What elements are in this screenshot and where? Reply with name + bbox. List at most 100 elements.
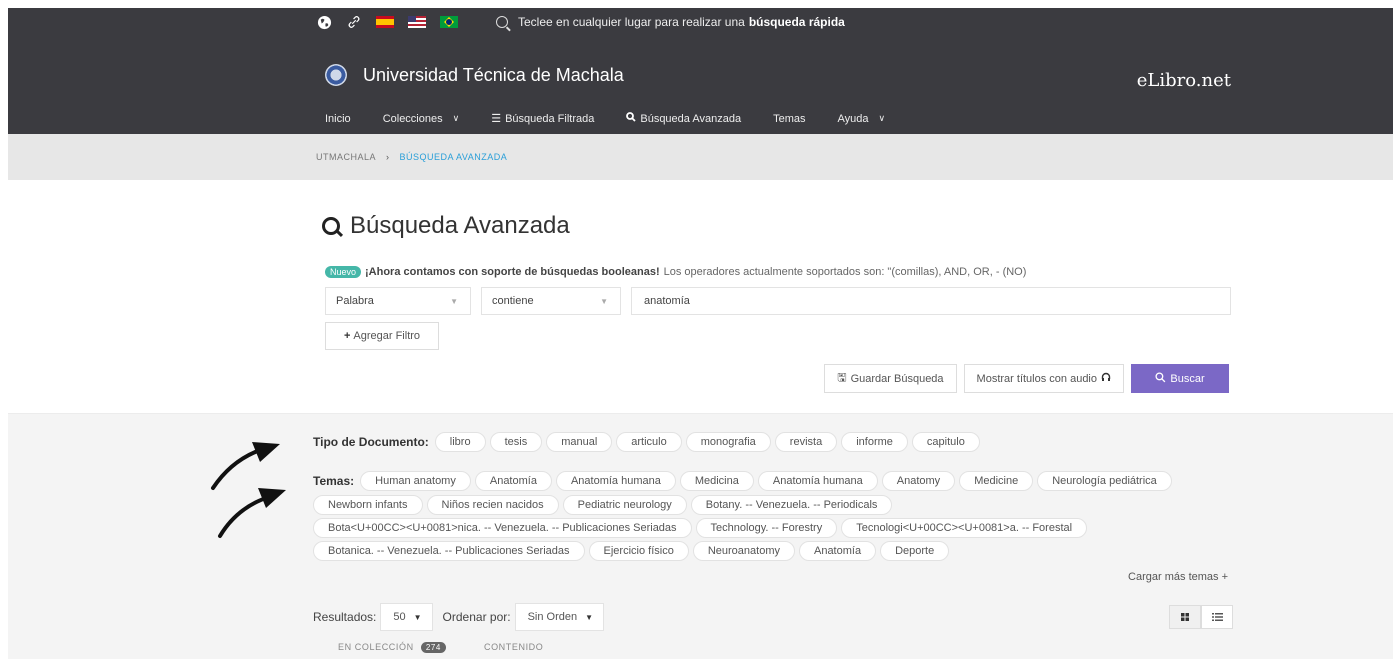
sort-label: Ordenar por: [442,610,511,624]
field-select[interactable]: Palabra ▼ [325,287,471,315]
page: Teclee en cualquier lugar para realizar … [0,0,1393,659]
breadcrumb-bar [8,134,1393,180]
tab-collection[interactable]: EN COLECCIÓN 274 [338,642,446,653]
results-label: Resultados: [313,610,377,624]
tema-pill[interactable]: Medicine [959,471,1034,491]
facet-pill[interactable]: manual [546,432,613,452]
facet-pill[interactable]: libro [434,432,486,452]
nav-item-ayuda[interactable]: Ayuda ∨ [837,112,885,125]
tema-pill[interactable]: Human anatomy [360,471,471,491]
temas-facet-row-1: Temas: Human anatomy Anatomía Anatomía h… [313,471,1176,491]
tema-pill[interactable]: Anatomía humana [555,471,676,491]
results-tabs: EN COLECCIÓN 274 CONTENIDO [338,642,543,653]
audio-titles-button[interactable]: Mostrar títulos con audio [963,364,1124,393]
tema-pill[interactable]: Pediatric neurology [562,495,687,515]
add-filter-button[interactable]: + Agregar Filtro [325,322,439,350]
chevron-down-icon: ∨ [452,113,460,123]
results-controls: Resultados: 50 ▼ Ordenar por: Sin Orden … [313,603,614,631]
nav-item-busqueda-filtrada[interactable]: ☰ Búsqueda Filtrada [491,112,594,126]
main-nav: Inicio Colecciones ∨ ☰ Búsqueda Filtrada B… [325,112,917,125]
flag-brazil-icon[interactable] [440,16,458,28]
collection-count-badge: 274 [420,642,446,653]
quick-search-text: Teclee en cualquier lugar para realizar … [518,15,745,29]
brand[interactable]: Universidad Técnica de Machala [325,64,624,86]
globe-icon[interactable] [316,14,332,30]
nav-item-colecciones[interactable]: Colecciones ∨ [383,112,460,125]
facet-pill[interactable]: informe [841,432,908,452]
doc-type-facet: Tipo de Documento: libro tesis manual ar… [313,432,984,452]
grid-view-icon[interactable] [1169,605,1201,629]
notice-bold: ¡Ahora contamos con soporte de búsquedas… [365,266,660,278]
caret-down-icon: ▼ [600,296,608,306]
chevron-down-icon: ∨ [878,113,886,123]
facet-pill[interactable]: capitulo [911,432,980,452]
nav-item-inicio[interactable]: Inicio [325,112,351,125]
list-view-icon[interactable] [1201,605,1233,629]
floppy-icon: 🖫 [837,372,847,384]
sliders-icon: ☰ [491,113,502,125]
search-actions: 🖫 Guardar Búsqueda Mostrar títulos con a… [817,364,1229,393]
tema-pill[interactable]: Tecnologi<U+00CC><U+0081>a. -- Forestal [841,518,1088,538]
tema-pill[interactable]: Medicina [679,471,754,491]
quick-search-hint[interactable]: Teclee en cualquier lugar para realizar … [496,15,845,29]
arrow-annotation-icon [211,442,286,538]
new-badge: Nuevo [325,266,362,278]
facet-pill[interactable]: revista [774,432,838,452]
tema-pill[interactable]: Technology. -- Forestry [695,518,838,538]
link-icon[interactable] [346,14,362,30]
notice-text: Los operadores actualmente soportados so… [663,266,1027,278]
tema-pill[interactable]: Anatomy [881,471,956,491]
breadcrumb-current[interactable]: BÚSQUEDA AVANZADA [400,152,508,162]
tema-pill[interactable]: Niños recien nacidos [426,495,559,515]
temas-facet-row-3: Bota<U+00CC><U+0081>nica. -- Venezuela. … [313,518,1091,538]
tema-pill[interactable]: Botanica. -- Venezuela. -- Publicaciones… [313,541,585,561]
tema-pill[interactable]: Neurología pediátrica [1037,471,1172,491]
tema-pill[interactable]: Botany. -- Venezuela. -- Periodicals [690,495,893,515]
caret-down-icon: ▼ [413,612,422,622]
facet-pill[interactable]: tesis [489,432,543,452]
breadcrumb-root[interactable]: UTMACHALA [316,152,376,162]
search-icon [1155,371,1166,386]
per-page-select[interactable]: 50 ▼ [380,603,433,631]
search-icon [322,217,340,235]
plus-icon: + [343,330,351,342]
university-seal-icon [325,64,347,86]
tema-pill[interactable]: Ejercicio físico [588,541,689,561]
temas-facet-row-4: Botanica. -- Venezuela. -- Publicaciones… [313,541,953,561]
flag-usa-icon[interactable] [408,16,426,28]
tema-pill[interactable]: Anatomía [798,541,877,561]
caret-down-icon: ▼ [585,612,594,622]
tab-content[interactable]: CONTENIDO [484,642,543,652]
filter-row: Palabra ▼ contiene ▼ [325,287,1231,315]
university-name: Universidad Técnica de Machala [363,64,624,85]
page-title: Búsqueda Avanzada [322,212,570,240]
sort-select[interactable]: Sin Orden ▼ [514,603,605,631]
nav-item-temas[interactable]: Temas [773,112,805,125]
caret-down-icon: ▼ [450,296,458,306]
breadcrumb-separator: › [386,152,390,162]
search-input[interactable] [631,287,1231,315]
quick-search-bold: búsqueda rápida [748,15,845,29]
search-icon [626,112,636,125]
search-icon [496,16,508,28]
search-button[interactable]: Buscar [1131,364,1229,393]
nav-item-busqueda-avanzada[interactable]: Búsqueda Avanzada [626,112,741,125]
top-strip: Teclee en cualquier lugar para realizar … [316,10,845,34]
facet-pill[interactable]: articulo [616,432,682,452]
tema-pill[interactable]: Newborn infants [313,495,423,515]
flag-spain-icon[interactable] [376,16,394,28]
tema-pill[interactable]: Bota<U+00CC><U+0081>nica. -- Venezuela. … [313,518,692,538]
tema-pill[interactable]: Anatomía humana [757,471,878,491]
headphones-icon [1101,372,1111,385]
facet-pill[interactable]: monografia [685,432,771,452]
save-search-button[interactable]: 🖫 Guardar Búsqueda [824,364,957,393]
load-more-topics-link[interactable]: Cargar más temas + [1128,571,1228,583]
tema-pill[interactable]: Anatomía [474,471,552,491]
tema-pill[interactable]: Neuroanatomy [692,541,795,561]
boolean-notice: Nuevo ¡Ahora contamos con soporte de bús… [325,266,1026,278]
temas-facet-row-2: Newborn infants Niños recien nacidos Ped… [313,495,896,515]
view-toggle [1169,605,1233,629]
operator-select[interactable]: contiene ▼ [481,287,621,315]
tema-pill[interactable]: Deporte [880,541,950,561]
elibro-logo[interactable]: eLibro.net [1137,70,1231,91]
